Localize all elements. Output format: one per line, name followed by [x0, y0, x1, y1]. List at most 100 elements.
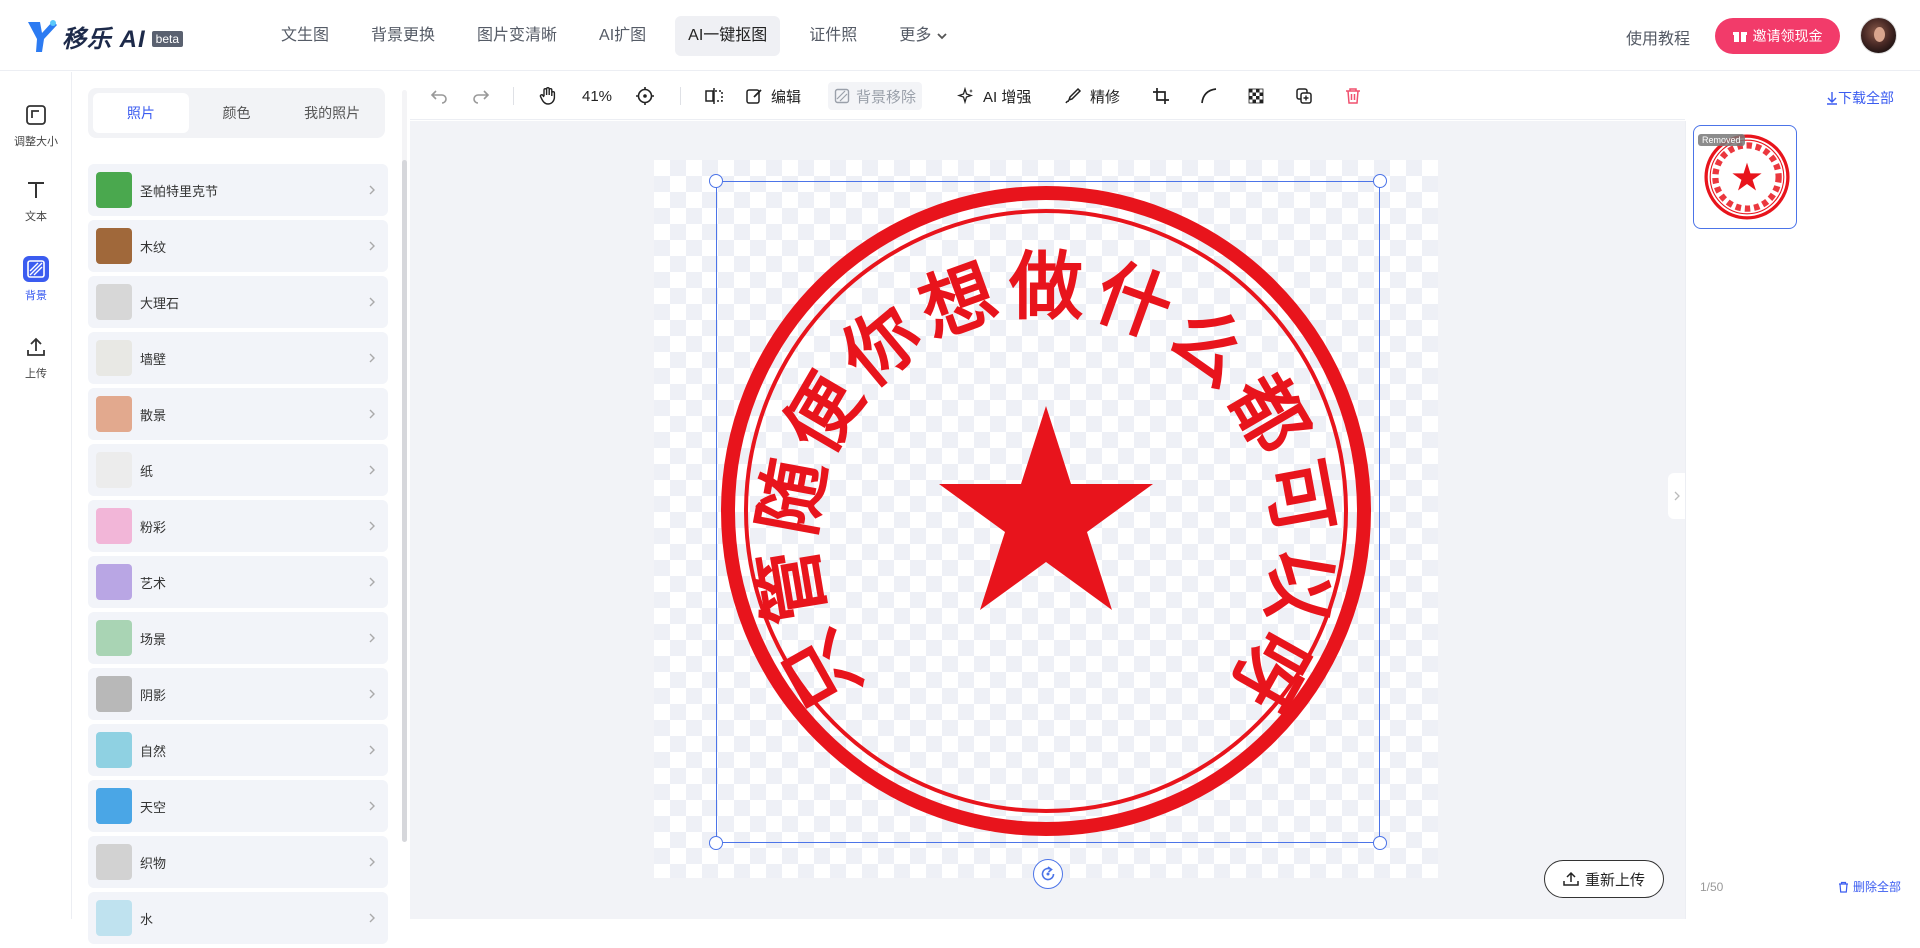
selection-box[interactable]	[716, 181, 1380, 843]
nav-more[interactable]: 更多	[886, 16, 961, 56]
hand-icon	[539, 87, 556, 105]
refine-button[interactable]: 精修	[1064, 84, 1120, 108]
nav-more-label: 更多	[899, 27, 932, 44]
bg-remove-label: 背景移除	[856, 88, 917, 106]
leftbar-item-text[interactable]: 文本	[0, 177, 72, 224]
tab-my-photos[interactable]: 我的照片	[284, 93, 380, 133]
chevron-right-icon	[369, 241, 375, 251]
category-thumbnail	[96, 676, 132, 712]
chevron-right-icon	[369, 801, 375, 811]
nav-background-replace[interactable]: 背景更换	[358, 16, 448, 56]
category-item[interactable]: 粉彩	[88, 500, 388, 552]
resize-handle-bottom-right[interactable]	[1373, 836, 1387, 850]
toolbar-divider	[680, 87, 681, 105]
delete-all-label: 删除全部	[1853, 880, 1902, 894]
category-thumbnail	[96, 788, 132, 824]
category-item[interactable]: 水	[88, 892, 388, 944]
ai-enhance-button[interactable]: AI 增强	[957, 84, 1031, 108]
chevron-right-icon	[369, 185, 375, 195]
duplicate-icon	[1296, 88, 1312, 104]
redo-button[interactable]	[472, 84, 490, 108]
tutorial-link[interactable]: 使用教程	[1626, 25, 1690, 49]
result-thumbnail[interactable]: Removed	[1693, 125, 1797, 229]
background-icon	[23, 256, 49, 282]
undo-button[interactable]	[430, 84, 448, 108]
gift-icon	[1732, 32, 1747, 42]
category-label: 圣帕特里克节	[140, 183, 219, 199]
category-thumbnail	[96, 228, 132, 264]
download-all-button[interactable]: 下载全部	[1826, 88, 1894, 108]
category-label: 天空	[140, 799, 167, 815]
compare-button[interactable]	[704, 84, 724, 108]
edit-button[interactable]: 编辑	[745, 84, 801, 108]
download-icon	[1827, 92, 1837, 105]
edit-label: 编辑	[771, 88, 802, 106]
leftbar-item-upload[interactable]: 上传	[0, 334, 72, 381]
category-item[interactable]: 大理石	[88, 276, 388, 328]
nav-text-to-image[interactable]: 文生图	[268, 16, 342, 56]
logo[interactable]: 移乐 AI beta	[26, 19, 184, 53]
collapse-panel-button[interactable]	[1668, 473, 1685, 519]
category-label: 木纹	[140, 239, 167, 255]
leftbar-label: 背景	[25, 290, 47, 302]
tab-photos[interactable]: 照片	[93, 93, 189, 133]
category-item[interactable]: 场景	[88, 612, 388, 664]
category-thumbnail	[96, 620, 132, 656]
leftbar-item-resize[interactable]: 调整大小	[0, 102, 72, 149]
sparkle-icon	[957, 87, 974, 105]
result-count: 1/50	[1700, 880, 1724, 894]
pan-button[interactable]	[538, 84, 558, 108]
category-thumbnail	[96, 564, 132, 600]
invite-button[interactable]: 邀请领现金	[1715, 18, 1840, 54]
leftbar-label: 文本	[25, 211, 47, 223]
bg-remove-button[interactable]: 背景移除	[828, 82, 923, 110]
category-item[interactable]: 自然	[88, 724, 388, 776]
nav-image-sharpen[interactable]: 图片变清晰	[464, 16, 570, 56]
avatar[interactable]	[1860, 17, 1897, 54]
curve-button[interactable]	[1200, 84, 1218, 108]
fit-button[interactable]	[635, 84, 655, 108]
category-item[interactable]: 艺术	[88, 556, 388, 608]
category-item[interactable]: 散景	[88, 388, 388, 440]
nav-ai-expand[interactable]: AI扩图	[586, 16, 659, 56]
category-item[interactable]: 墙壁	[88, 332, 388, 384]
rotate-handle[interactable]	[1033, 859, 1063, 889]
undo-icon	[430, 90, 447, 104]
crop-button[interactable]	[1152, 84, 1170, 108]
chevron-right-icon	[369, 521, 375, 531]
panel-scrollbar[interactable]	[402, 160, 407, 842]
resize-handle-bottom-left[interactable]	[709, 836, 723, 850]
category-item[interactable]: 木纹	[88, 220, 388, 272]
delete-button[interactable]	[1345, 84, 1361, 108]
reupload-button[interactable]: 重新上传	[1544, 860, 1664, 898]
nav-id-photo[interactable]: 证件照	[796, 16, 870, 56]
leftbar-item-background[interactable]: 背景	[0, 256, 72, 303]
nav-ai-cutout[interactable]: AI一键抠图	[675, 16, 781, 56]
category-item[interactable]: 纸	[88, 444, 388, 496]
resize-handle-top-left[interactable]	[709, 174, 723, 188]
editor-toolbar: 41% 编辑 背景移除 AI 增强 精修	[410, 72, 1685, 120]
category-label: 水	[140, 911, 154, 927]
zoom-level[interactable]: 41%	[582, 84, 612, 108]
category-item[interactable]: 天空	[88, 780, 388, 832]
chevron-down-icon	[937, 33, 947, 40]
category-item[interactable]: 圣帕特里克节	[88, 164, 388, 216]
tab-colors[interactable]: 颜色	[189, 93, 285, 133]
crosshair-icon	[636, 87, 654, 105]
brush-icon	[1065, 87, 1082, 104]
beta-badge: beta	[151, 31, 184, 47]
delete-all-button[interactable]: 删除全部	[1838, 878, 1901, 895]
resize-handle-top-right[interactable]	[1373, 174, 1387, 188]
category-item[interactable]: 阴影	[88, 668, 388, 720]
ai-enhance-label: AI 增强	[983, 88, 1032, 106]
duplicate-button[interactable]	[1295, 84, 1313, 108]
category-thumbnail	[96, 396, 132, 432]
removed-badge: Removed	[1698, 134, 1745, 146]
category-item[interactable]: 织物	[88, 836, 388, 888]
leftbar-label: 调整大小	[14, 136, 58, 148]
chevron-right-icon	[369, 409, 375, 419]
logo-text: 移乐 AI	[62, 25, 146, 53]
chevron-right-icon	[369, 297, 375, 307]
chevron-right-icon	[369, 857, 375, 867]
transparency-button[interactable]	[1248, 84, 1264, 108]
